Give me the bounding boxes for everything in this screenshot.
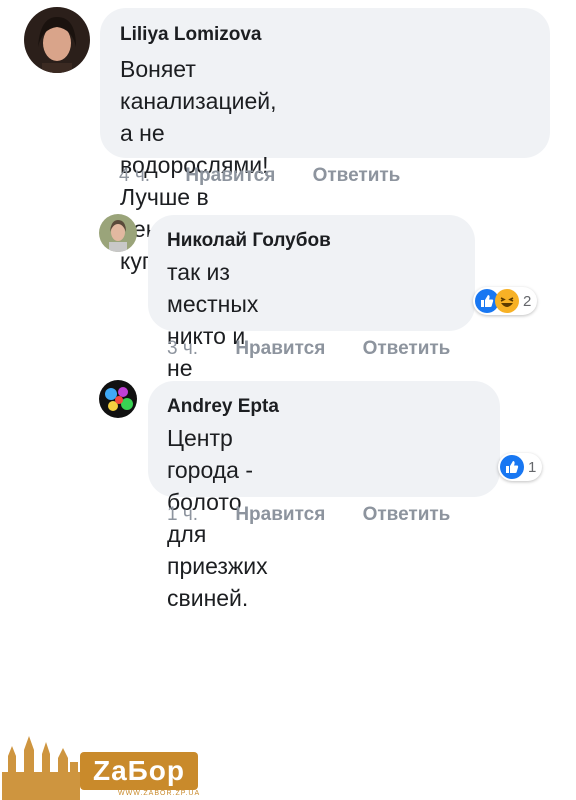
reply-button[interactable]: Ответить: [313, 165, 401, 187]
zabor-logo-url: WWW.ZABOR.ZP.UA: [118, 790, 201, 797]
comment-time[interactable]: 4 ч.: [119, 165, 150, 187]
reactions-summary[interactable]: 1: [498, 453, 543, 481]
avatar[interactable]: [24, 7, 90, 73]
like-icon: [500, 455, 524, 479]
zabor-logo-text: ZаБор: [80, 752, 198, 790]
comment-actions: 1 ч. Нравится Ответить: [167, 504, 450, 526]
avatar[interactable]: [99, 380, 137, 418]
comment-actions: 4 ч. Нравится Ответить: [119, 165, 400, 187]
reply-button[interactable]: Ответить: [363, 338, 451, 360]
like-button[interactable]: Нравится: [235, 504, 325, 526]
like-button[interactable]: Нравится: [185, 165, 275, 187]
reply-button[interactable]: Ответить: [363, 504, 451, 526]
comment-author[interactable]: Николай Голубов: [167, 230, 331, 252]
comment-time[interactable]: 3 ч.: [167, 338, 198, 360]
comment-author[interactable]: Liliya Lomizova: [120, 24, 261, 46]
like-button[interactable]: Нравится: [235, 338, 325, 360]
reactions-summary[interactable]: 2: [473, 287, 538, 315]
comment-author[interactable]: Andrey Epta: [167, 396, 279, 418]
comment-text-line: приезжих свиней.: [167, 553, 268, 611]
reaction-count: 2: [523, 292, 532, 310]
comment-time[interactable]: 1 ч.: [167, 504, 198, 526]
laugh-icon: [495, 289, 519, 313]
reaction-count: 1: [528, 458, 537, 476]
comment-text-line: Центр города - болото для: [167, 425, 254, 547]
comment-actions: 3 ч. Нравится Ответить: [167, 338, 450, 360]
avatar[interactable]: [99, 214, 137, 252]
comment-text-line: Воняет канализацией, а не: [120, 56, 277, 146]
